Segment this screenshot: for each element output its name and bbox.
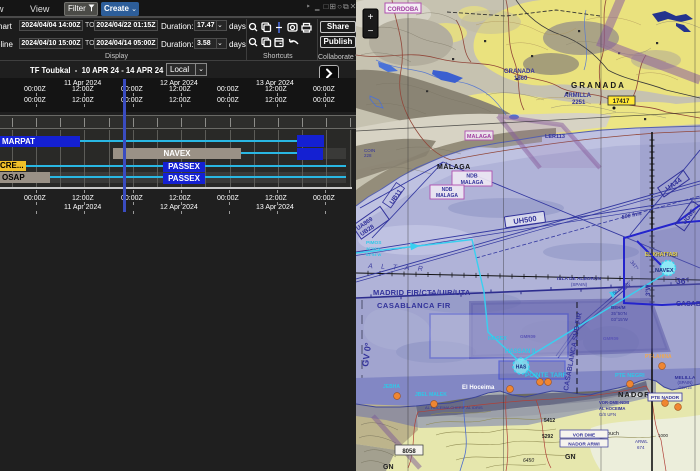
svg-text:5412: 5412 — [544, 418, 555, 424]
svg-text:HASEX: HASEX — [488, 336, 507, 342]
svg-text:GMR09: GMR09 — [603, 336, 619, 341]
svg-text:GN: GN — [565, 454, 576, 461]
svg-text:AL HOCEIMA: AL HOCEIMA — [599, 406, 625, 411]
svg-text:ARWL: ARWL — [635, 439, 648, 444]
svg-text:8058: 8058 — [402, 449, 416, 455]
svg-text:VOR DME: VOR DME — [573, 433, 596, 439]
svg-text:BEH/M: BEH/M — [611, 305, 626, 310]
svg-text:NADOR: NADOR — [618, 390, 651, 399]
svg-text:MÁLAGA: MÁLAGA — [437, 162, 471, 171]
svg-text:−: − — [368, 26, 374, 37]
svg-text:MALAGA: MALAGA — [467, 134, 491, 140]
svg-text:JEBHA: JEBHA — [383, 384, 400, 390]
svg-text:1860: 1860 — [514, 76, 528, 82]
svg-text:ARMILLA: ARMILLA — [564, 93, 592, 99]
svg-text:GMR09: GMR09 — [520, 334, 536, 339]
svg-text:PT-LAHINA: PT-LAHINA — [645, 354, 672, 360]
svg-text:POINTE TARF: POINTE TARF — [525, 372, 567, 379]
svg-text:674: 674 — [637, 445, 645, 450]
svg-text:HASSAN II: HASSAN II — [505, 349, 536, 355]
svg-text:(SPAIN): (SPAIN) — [571, 282, 588, 287]
svg-text:228: 228 — [364, 153, 372, 158]
svg-text:EL KHATTABI: EL KHATTABI — [645, 252, 678, 258]
svg-text:35°50'N: 35°50'N — [611, 311, 627, 316]
svg-text:GN: GN — [383, 464, 394, 471]
svg-text:3°W: 3°W — [646, 284, 652, 296]
svg-text:MADRID FIR/CTA/UIR/UTA: MADRID FIR/CTA/UIR/UTA — [373, 288, 471, 297]
svg-text:El Hoceima: El Hoceima — [462, 385, 495, 391]
svg-text:04°54'W: 04°54'W — [366, 252, 381, 257]
svg-text:JBEL MALEK: JBEL MALEK — [415, 392, 447, 398]
svg-text:36°: 36° — [676, 276, 689, 286]
svg-text:5292: 5292 — [542, 434, 553, 440]
svg-text:+: + — [368, 12, 374, 23]
svg-text:GRANADA: GRANADA — [571, 81, 626, 90]
svg-text:CASAB: CASAB — [676, 301, 700, 308]
svg-text:NDB: NDB — [466, 174, 477, 180]
svg-text:17417: 17417 — [613, 99, 630, 105]
svg-text:GRANADA: GRANADA — [504, 69, 535, 75]
svg-text:G/S UFN: G/S UFN — [599, 412, 616, 417]
svg-text:NADOR ARWI: NADOR ARWI — [568, 442, 600, 448]
svg-text:MALAGA: MALAGA — [436, 193, 458, 199]
svg-text:VOR-DME-NDB: VOR-DME-NDB — [599, 400, 629, 405]
svg-text:GER15: GER15 — [678, 385, 692, 390]
svg-text:03°15'W: 03°15'W — [611, 317, 629, 322]
svg-text:6450: 6450 — [523, 458, 534, 464]
svg-text:LER113: LER113 — [545, 134, 565, 140]
svg-text:HAS: HAS — [516, 365, 527, 371]
svg-text:1000: 1000 — [658, 433, 669, 438]
svg-text:PTE NEGRI: PTE NEGRI — [615, 373, 645, 379]
svg-text:2251: 2251 — [572, 100, 586, 106]
svg-text:CORDOBA: CORDOBA — [388, 7, 420, 13]
svg-text:36°09'N: 36°09'N — [366, 246, 380, 251]
svg-text:NAVEX: NAVEX — [655, 268, 674, 274]
svg-text:CASABLANCA FIR: CASABLANCA FIR — [377, 301, 451, 310]
